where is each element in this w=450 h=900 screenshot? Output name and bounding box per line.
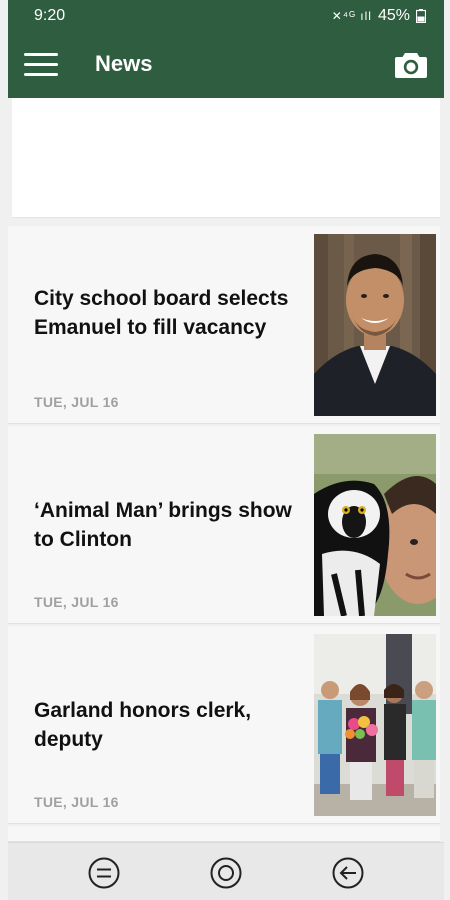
article-title[interactable]: City school board selects Emanuel to fil…	[34, 284, 294, 342]
article-title[interactable]: ‘Animal Man’ brings show to Clinton	[34, 496, 294, 554]
portrait-photo-man	[314, 234, 436, 416]
article-thumbnail[interactable]	[314, 234, 436, 416]
article-thumbnail[interactable]	[314, 434, 436, 616]
page-title: News	[95, 51, 153, 76]
camera-icon[interactable]	[394, 47, 428, 81]
article-card-partial[interactable]	[8, 826, 440, 842]
battery-icon	[416, 9, 426, 23]
signal-icons: ✕⁴ᴳ ıll	[331, 9, 372, 23]
article-card[interactable]: Garland honors clerk, deputy TUE, JUL 16	[8, 626, 440, 824]
article-card[interactable]: City school board selects Emanuel to fil…	[8, 226, 440, 424]
status-right: ✕⁴ᴳ ıll 45%	[332, 7, 426, 25]
battery-level: 45%	[377, 7, 410, 24]
article-card[interactable]: ‘Animal Man’ brings show to Clinton TUE,…	[8, 426, 440, 624]
recent-apps-icon[interactable]	[87, 856, 121, 890]
article-thumbnail[interactable]	[314, 634, 436, 816]
article-date: TUE, JUL 16	[34, 594, 119, 610]
back-icon[interactable]	[331, 856, 365, 890]
app-bar: News	[8, 32, 444, 98]
article-title[interactable]: Garland honors clerk, deputy	[34, 696, 294, 754]
lemur-and-man-photo	[314, 434, 436, 616]
article-date: TUE, JUL 16	[34, 394, 119, 410]
article-date: TUE, JUL 16	[34, 794, 119, 810]
ad-banner-area	[12, 98, 440, 218]
group-photo-women-flowers	[314, 634, 436, 816]
hamburger-menu-icon[interactable]	[24, 53, 58, 77]
home-icon[interactable]	[209, 856, 243, 890]
system-nav-bar	[8, 842, 444, 900]
status-time: 9:20	[34, 7, 66, 24]
status-bar: 9:20 ✕⁴ᴳ ıll 45%	[8, 0, 444, 32]
